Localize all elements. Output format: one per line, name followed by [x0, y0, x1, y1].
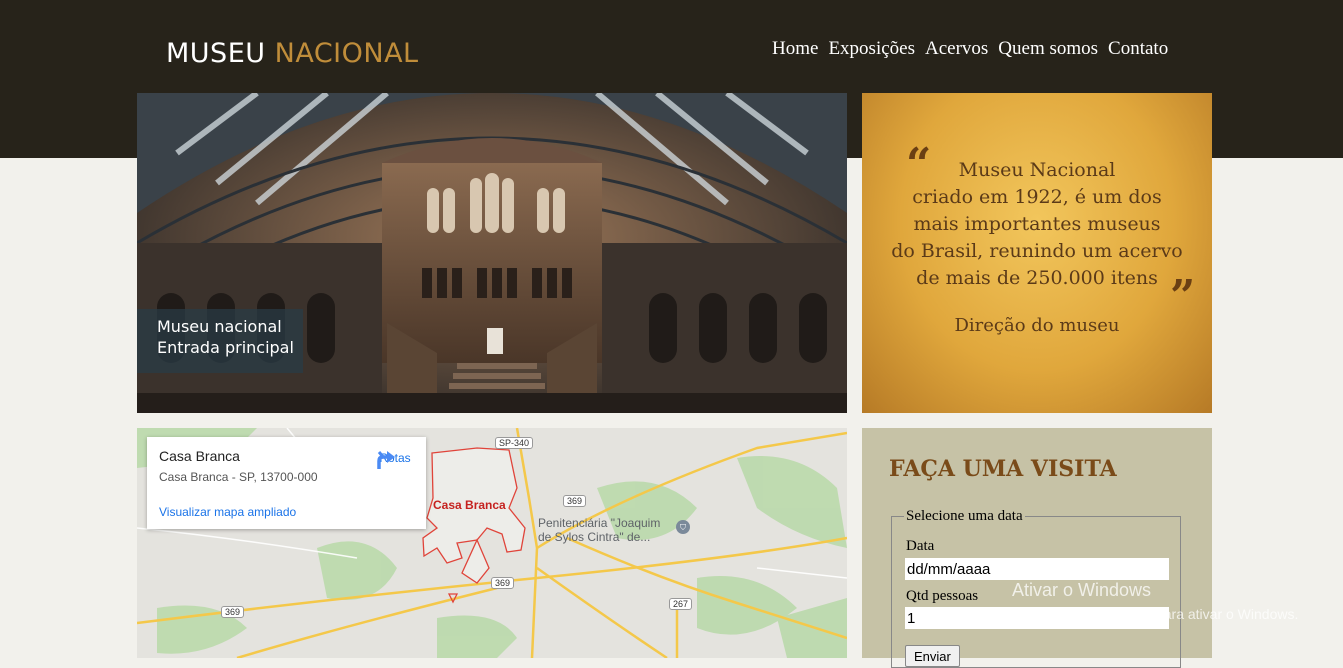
directions-button[interactable]: Rotas: [375, 449, 415, 469]
map-place-secondary-line2: de Sylos Cintra" de...: [538, 530, 651, 544]
road-label: 369: [563, 495, 587, 507]
people-label: Qtd pessoas: [906, 588, 979, 604]
visit-panel: FAÇA UMA VISITA Selecione uma data Data …: [862, 428, 1212, 668]
quote-line: Museu Nacional: [958, 159, 1116, 181]
road-label: 369: [491, 577, 515, 589]
map-card-address: Casa Branca - SP, 13700-000: [159, 470, 318, 484]
quote-line: de mais de 250.000 itens: [916, 267, 1158, 289]
nav-quem-somos[interactable]: Quem somos: [998, 38, 1098, 60]
map-place-secondary[interactable]: Penitenciária "Joaquim de Sylos Cintra" …: [538, 516, 660, 544]
site-logo[interactable]: MUSEU NACIONAL: [166, 38, 419, 69]
quote-author: Direção do museu: [954, 315, 1120, 336]
map-place-secondary-line1: Penitenciária "Joaquim: [538, 516, 661, 530]
hero-caption: Museu nacional Entrada principal: [137, 309, 303, 373]
main-nav: Home Exposições Acervos Quem somos Conta…: [772, 38, 1168, 60]
view-larger-map-link[interactable]: Visualizar mapa ampliado: [159, 505, 296, 519]
windows-activation-watermark: Ativar o Windows Acesse Configurações pa…: [1012, 580, 1298, 622]
visit-legend: Selecione uma data: [906, 508, 1023, 524]
nav-contato[interactable]: Contato: [1108, 38, 1168, 60]
road-label: 267: [669, 598, 693, 610]
hero-caption-line1: Museu nacional: [157, 317, 282, 336]
hero-image: Museu nacional Entrada principal: [137, 93, 847, 413]
logo-accent-text: NACIONAL: [274, 38, 419, 69]
nav-exposicoes[interactable]: Exposições: [828, 38, 915, 60]
road-label: 369: [221, 606, 245, 618]
quote-line: mais importantes museus: [913, 213, 1161, 235]
watermark-line2: Acesse Configurações para ativar o Windo…: [1012, 606, 1299, 622]
map-card-title: Casa Branca: [159, 448, 240, 464]
quote-text: Museu Nacional criado em 1922, é um dos …: [872, 157, 1202, 292]
map-place-main[interactable]: Casa Branca: [433, 498, 506, 512]
quote-line: criado em 1922, é um dos: [912, 186, 1162, 208]
map-info-card: Casa Branca Casa Branca - SP, 13700-000 …: [147, 437, 426, 529]
watermark-line1: Ativar o Windows: [1012, 580, 1152, 600]
date-label: Data: [906, 538, 935, 554]
nav-acervos[interactable]: Acervos: [925, 38, 988, 60]
quote-line: do Brasil, reunindo um acervo: [891, 240, 1183, 262]
road-label: SP-340: [495, 437, 534, 449]
nav-home[interactable]: Home: [772, 38, 818, 60]
directions-icon: [377, 451, 395, 469]
hero-caption-line2: Entrada principal: [157, 338, 294, 357]
logo-main-text: MUSEU: [166, 38, 266, 69]
map-embed[interactable]: ⛉ SP-340 369 369 369 267 Casa Branca Pen…: [137, 428, 847, 658]
visit-title: FAÇA UMA VISITA: [889, 456, 1117, 482]
svg-text:⛉: ⛉: [680, 523, 686, 532]
date-input[interactable]: [905, 558, 1169, 580]
submit-button[interactable]: Enviar: [905, 645, 960, 667]
quote-card: “ Museu Nacional criado em 1922, é um do…: [862, 93, 1212, 413]
